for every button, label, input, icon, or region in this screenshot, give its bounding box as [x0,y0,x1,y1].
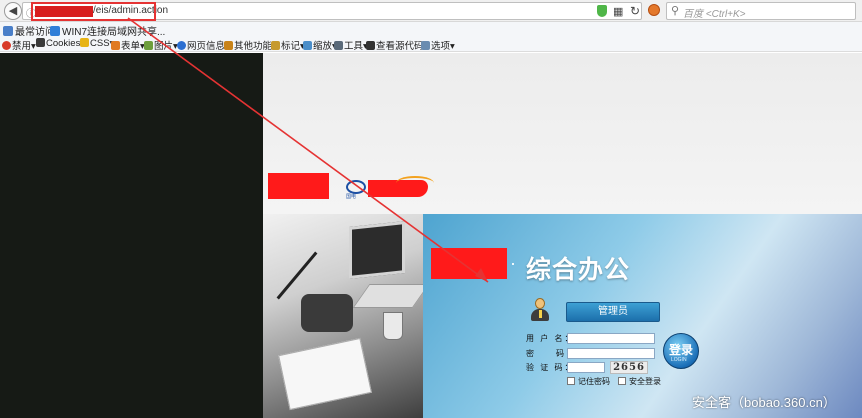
toolbar-label: 工具▾ [344,41,368,52]
source-icon [366,41,375,50]
shield-icon[interactable] [597,5,607,17]
logo-swoosh-icon [396,176,434,190]
options-icon [421,41,430,50]
role-select[interactable]: 管理员 [566,302,660,322]
misc-icon [224,41,233,50]
toolbar-forms[interactable]: 表单▾ [111,38,145,52]
captcha-input[interactable] [567,362,605,373]
url-annotation-box [31,2,156,21]
login-button-label: 登录 [668,343,693,357]
company-emblem-text: 国电 [346,194,357,200]
css-icon [80,38,89,47]
toolbar-view-source[interactable]: 查看源代码▾ [366,38,428,52]
address-bar[interactable]: ⓘ /eis/admin.action ▦ ↻ [22,2,642,21]
cup-shape [383,312,403,340]
back-arrow-icon: ◀ [8,5,18,17]
search-placeholder: 百度 <Ctrl+K> [683,9,746,20]
bookmarks-bar: 最常访问 WIN7连接局域网共享... [0,22,862,38]
watermark: 安全客（bobao.360.cn） [692,395,836,410]
toolbar-page-info[interactable]: 网页信息▾ [177,38,230,52]
toolbar-outline[interactable]: 标记▾ [271,38,305,52]
toolbar-label: 表单▾ [121,41,145,52]
toolbar-label: 禁用▾ [12,41,36,52]
captcha-image[interactable]: 2656 [610,361,648,374]
pencil-icon [271,41,280,50]
system-name-redaction [431,248,507,279]
avatar-head [535,298,545,309]
bookmark-most-visited[interactable]: 最常访问 [3,23,55,38]
keyboard-shape [352,284,423,308]
toolbar-label: 图片▾ [154,41,178,52]
telephone-shape [301,294,353,332]
title-separator: · [510,253,516,273]
toolbar-resize[interactable]: 缩放▾ [303,38,337,52]
tools-icon [334,41,343,50]
username-input[interactable] [567,333,655,344]
toolbar-tools[interactable]: 工具▾ [334,38,368,52]
login-button[interactable]: 登录 [663,333,699,369]
avatar-tie [539,310,542,318]
remember-password-checkbox[interactable] [567,377,575,385]
search-box[interactable]: ⚲ 百度 <Ctrl+K> [666,2,856,20]
toolbar-misc[interactable]: 其他功能▾ [224,38,277,52]
company-emblem-icon [346,180,366,194]
secure-login-checkbox[interactable] [618,377,626,385]
qr-code-icon[interactable]: ▦ [613,5,623,18]
password-input[interactable] [567,348,655,359]
remember-password-label: 记住密码 [578,377,610,386]
logo-redaction [268,173,329,199]
search-engine-icon[interactable] [648,4,660,16]
page-icon [50,26,60,36]
search-icon: ⚲ [671,5,680,17]
image-icon [144,41,153,50]
toolbar-css[interactable]: CSS▾ [80,38,114,49]
resize-icon [303,41,312,50]
reload-icon[interactable]: ↻ [630,4,640,18]
toolbar-disable[interactable]: 禁用▾ [2,38,36,52]
back-button[interactable]: ◀ [4,2,22,20]
form-icon [111,41,120,50]
secure-login-label: 安全登录 [629,377,661,386]
browser-navigation-bar: ◀ ⓘ /eis/admin.action ▦ ↻ ⚲ 百度 <Ctrl+K> [0,0,862,22]
web-developer-toolbar: 禁用▾ Cookies▾ CSS▾ 表单▾ 图片▾ 网页信息▾ 其他功能▾ 标记… [0,37,862,52]
bookmark-win7-share[interactable]: WIN7连接局域网共享... [50,23,165,38]
toolbar-cookies[interactable]: Cookies▾ [36,38,85,49]
pen-shape [276,251,318,300]
info-icon [177,41,186,50]
toolbar-label: 选项▾ [431,41,455,52]
cookie-icon [36,38,45,47]
login-button-sublabel: LOGIN [671,357,687,363]
office-desk-photo [263,214,423,418]
paper-shape [278,337,372,411]
monitor-shape [349,221,405,279]
bookmark-icon [3,26,13,36]
user-avatar-icon [529,298,551,322]
toolbar-images[interactable]: 图片▾ [144,38,178,52]
page-left-dark-area [0,53,263,418]
system-title: 综合办公 [526,255,631,284]
toolbar-label: 标记▾ [281,41,305,52]
toolbar-options[interactable]: 选项▾ [421,38,455,52]
disable-icon [2,41,11,50]
